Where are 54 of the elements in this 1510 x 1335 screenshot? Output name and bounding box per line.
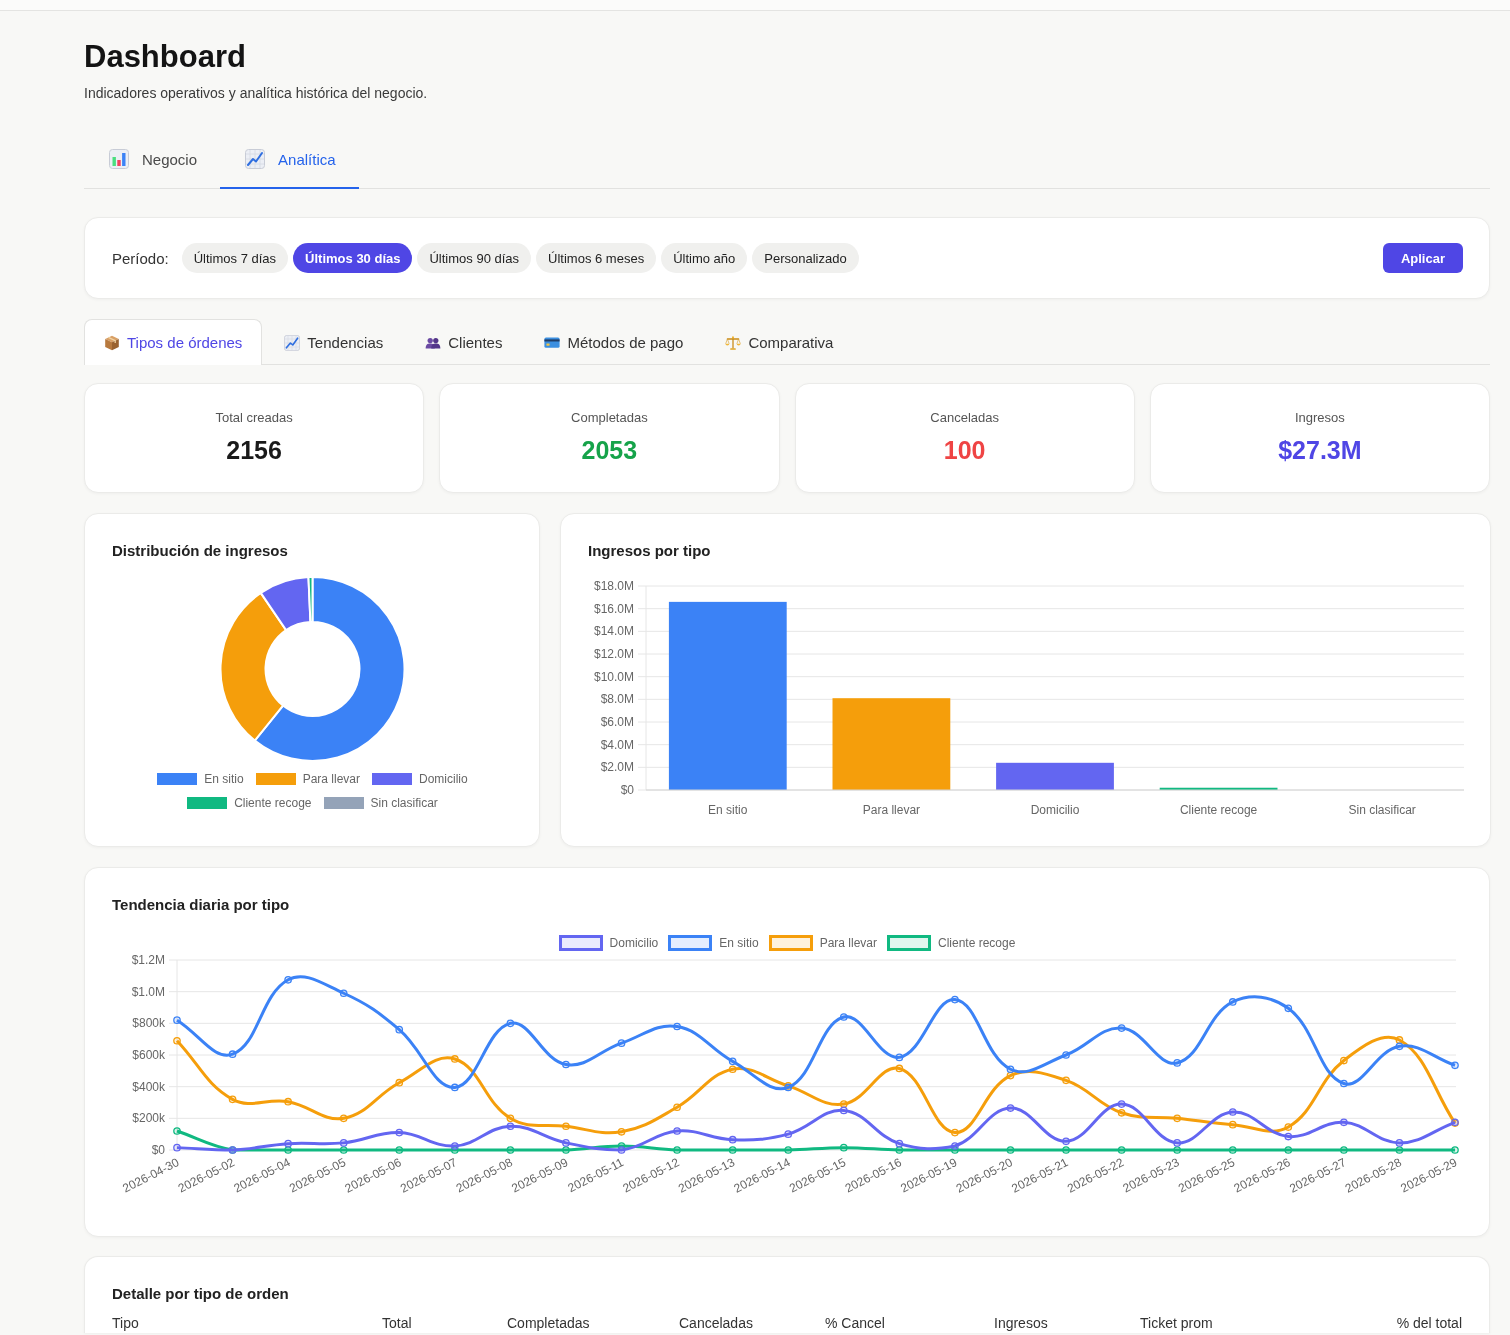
axis-label: $6.0M — [600, 715, 634, 729]
legend-label: Sin clasificar — [370, 796, 438, 810]
stat-value: 100 — [943, 435, 986, 466]
axis-label: $10.0M — [593, 669, 634, 684]
page-title: Dashboard — [84, 38, 246, 76]
axis-label: $8.0M — [600, 692, 634, 707]
column-header: % Cancel — [825, 1315, 885, 1331]
column-header: % del total — [1396, 1315, 1462, 1331]
axis-label: $14.0M — [593, 624, 634, 639]
legend-label: Domicilio — [609, 936, 659, 950]
column-header: Ingresos — [994, 1315, 1048, 1331]
card-title: Distribución de ingresos — [112, 542, 288, 560]
legend-label: Domicilio — [419, 772, 468, 786]
axis-label: $600k — [132, 1048, 165, 1062]
legend-label: Para llevar — [302, 772, 360, 786]
axis-label: $4.0M — [600, 737, 634, 752]
axis-label: $1.0M — [131, 984, 165, 999]
stat-label: Ingresos — [1294, 410, 1345, 426]
axis-label: $16.0M — [593, 601, 634, 616]
axis-label: $18.0M — [593, 579, 634, 593]
axis-label: Cliente recoge — [1179, 803, 1258, 817]
column-header: Tipo — [112, 1315, 139, 1331]
card-title: Detalle por tipo de orden — [112, 1285, 289, 1303]
axis-label: $12.0M — [593, 647, 634, 661]
stat-label: Total creadas — [215, 410, 293, 426]
legend-label: Cliente recoge — [234, 796, 312, 810]
legend-label: Cliente recoge — [938, 936, 1016, 950]
axis-label: $200k — [132, 1111, 165, 1126]
column-header: Completadas — [507, 1315, 590, 1331]
axis-label: Sin clasificar — [1348, 803, 1416, 817]
axis-label: $2.0M — [600, 760, 634, 775]
legend-label: En sitio — [204, 772, 244, 786]
axis-label: Para llevar — [862, 803, 921, 817]
axis-label: En sitio — [708, 803, 748, 817]
column-header: Ticket prom — [1140, 1315, 1213, 1331]
axis-label: $400k — [132, 1079, 165, 1094]
period-label: Período: — [112, 249, 169, 267]
stat-label: Canceladas — [930, 410, 999, 426]
legend-label: Para llevar — [819, 936, 877, 950]
stat-value: 2053 — [581, 435, 638, 466]
page-subtitle: Indicadores operativos y analítica histórica del negocio. — [84, 84, 428, 102]
axis-label: Domicilio — [1030, 803, 1080, 817]
card-title: Tendencia diaria por tipo — [112, 896, 290, 914]
card-title: Ingresos por tipo — [588, 542, 711, 560]
axis-label: $0 — [151, 1143, 165, 1157]
stat-label: Completadas — [571, 410, 648, 426]
axis-label: $800k — [132, 1016, 165, 1031]
axis-label: $1.2M — [131, 953, 165, 967]
column-header: Total — [382, 1315, 412, 1331]
column-header: Canceladas — [679, 1315, 753, 1331]
legend-label: En sitio — [719, 936, 759, 950]
stat-value: $27.3M — [1278, 435, 1362, 466]
stat-value: 2156 — [226, 435, 282, 466]
axis-label: $0 — [620, 783, 634, 797]
